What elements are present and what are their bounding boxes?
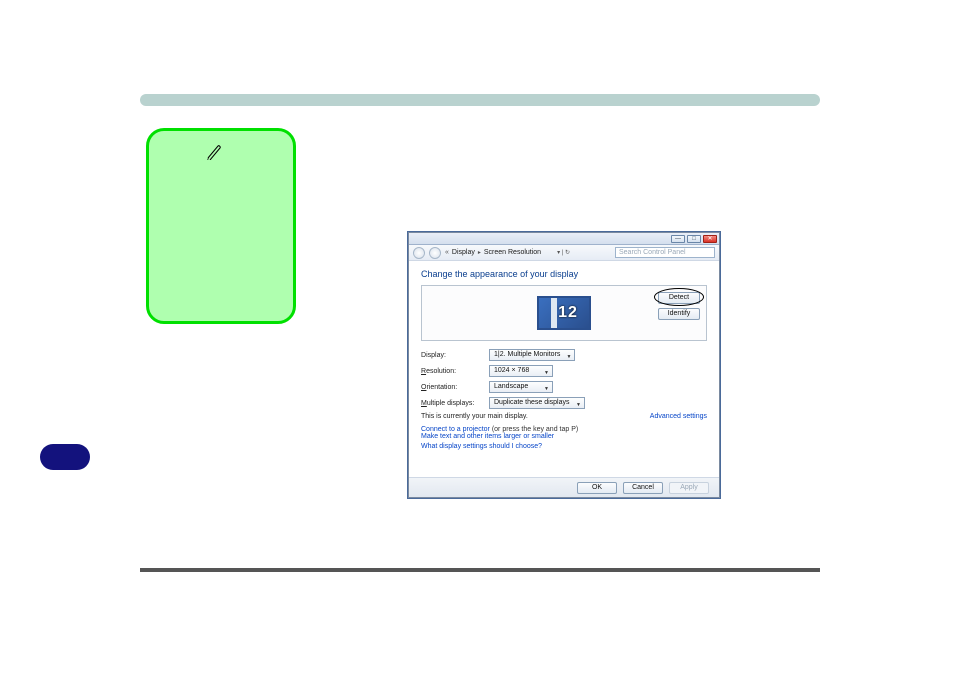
dialog-footer: OK Cancel Apply bbox=[409, 477, 719, 497]
resolution-label: Resolution: bbox=[421, 368, 489, 375]
nav-back-button[interactable] bbox=[413, 247, 425, 259]
text-size-link[interactable]: Make text and other items larger or smal… bbox=[421, 433, 707, 440]
detect-button[interactable]: Detect bbox=[658, 292, 700, 304]
main-display-note: This is currently your main display. bbox=[421, 413, 528, 420]
nav-forward-button[interactable] bbox=[429, 247, 441, 259]
monitor-thumbnail[interactable]: 1 2 bbox=[537, 296, 591, 330]
resolution-select[interactable]: 1024 × 768 ▼ bbox=[489, 365, 553, 377]
close-button[interactable]: ✕ bbox=[703, 235, 717, 243]
multiple-displays-value: Duplicate these displays bbox=[494, 399, 570, 406]
ok-button[interactable]: OK bbox=[577, 482, 617, 494]
multiple-displays-label: Multiple displays: bbox=[421, 400, 489, 407]
screen-resolution-window: — □ ✕ « Display ▸ Screen Resolution ▾ | … bbox=[408, 232, 720, 498]
connect-projector-link[interactable]: Connect to a projector bbox=[421, 426, 490, 433]
minimize-button[interactable]: — bbox=[671, 235, 685, 243]
advanced-settings-link[interactable]: Advanced settings bbox=[650, 413, 707, 420]
row-resolution: Resolution: 1024 × 768 ▼ bbox=[421, 365, 707, 377]
monitor-2-label: 2 bbox=[568, 304, 577, 322]
display-label: Display: bbox=[421, 352, 489, 359]
multiple-displays-select[interactable]: Duplicate these displays ▼ bbox=[489, 397, 585, 409]
window-body: Change the appearance of your display 1 … bbox=[409, 261, 719, 457]
page-title: Change the appearance of your display bbox=[421, 269, 707, 279]
search-input[interactable]: Search Control Panel bbox=[615, 247, 715, 258]
breadcrumb-screen-resolution[interactable]: Screen Resolution bbox=[484, 249, 541, 256]
orientation-select-value: Landscape bbox=[494, 383, 528, 390]
resolution-select-value: 1024 × 768 bbox=[494, 367, 529, 374]
display-select[interactable]: 1|2. Multiple Monitors ▼ bbox=[489, 349, 575, 361]
chevron-down-icon: ▼ bbox=[544, 384, 549, 394]
window-nav-bar: « Display ▸ Screen Resolution ▾ | ↻ Sear… bbox=[409, 245, 719, 261]
identify-button[interactable]: Identify bbox=[658, 308, 700, 320]
window-titlebar: — □ ✕ bbox=[409, 233, 719, 245]
chevron-down-icon: ▼ bbox=[576, 400, 581, 410]
display-select-value: 1|2. Multiple Monitors bbox=[494, 351, 560, 358]
cancel-button[interactable]: Cancel bbox=[623, 482, 663, 494]
breadcrumb-display[interactable]: Display bbox=[452, 249, 475, 256]
row-orientation: Orientation: Landscape ▼ bbox=[421, 381, 707, 393]
breadcrumb[interactable]: « Display ▸ Screen Resolution bbox=[445, 249, 541, 256]
monitor-1-label: 1 bbox=[558, 304, 567, 322]
chevron-down-icon: ▼ bbox=[544, 368, 549, 378]
chevron-down-icon: ▼ bbox=[566, 352, 571, 362]
apply-button: Apply bbox=[669, 482, 709, 494]
display-preview: 1 2 Detect Identify bbox=[421, 285, 707, 341]
help-links: Connect to a projector (or press the key… bbox=[421, 426, 707, 450]
projector-hint: (or press the key and tap P) bbox=[492, 426, 578, 433]
chevron-right-icon: ▸ bbox=[478, 249, 481, 256]
row-multiple-displays: Multiple displays: Duplicate these displ… bbox=[421, 397, 707, 409]
pen-icon bbox=[206, 142, 224, 165]
display-help-link[interactable]: What display settings should I choose? bbox=[421, 443, 707, 450]
search-placeholder: Search Control Panel bbox=[619, 249, 686, 256]
page-top-bar bbox=[140, 94, 820, 106]
maximize-button[interactable]: □ bbox=[687, 235, 701, 243]
refresh-icon[interactable]: ▾ | ↻ bbox=[557, 249, 570, 256]
blue-pill bbox=[40, 444, 90, 470]
orientation-select[interactable]: Landscape ▼ bbox=[489, 381, 553, 393]
row-display: Display: 1|2. Multiple Monitors ▼ bbox=[421, 349, 707, 361]
page-bottom-rule bbox=[140, 568, 820, 572]
orientation-label: Orientation: bbox=[421, 384, 489, 391]
breadcrumb-prefix: « bbox=[445, 249, 449, 256]
